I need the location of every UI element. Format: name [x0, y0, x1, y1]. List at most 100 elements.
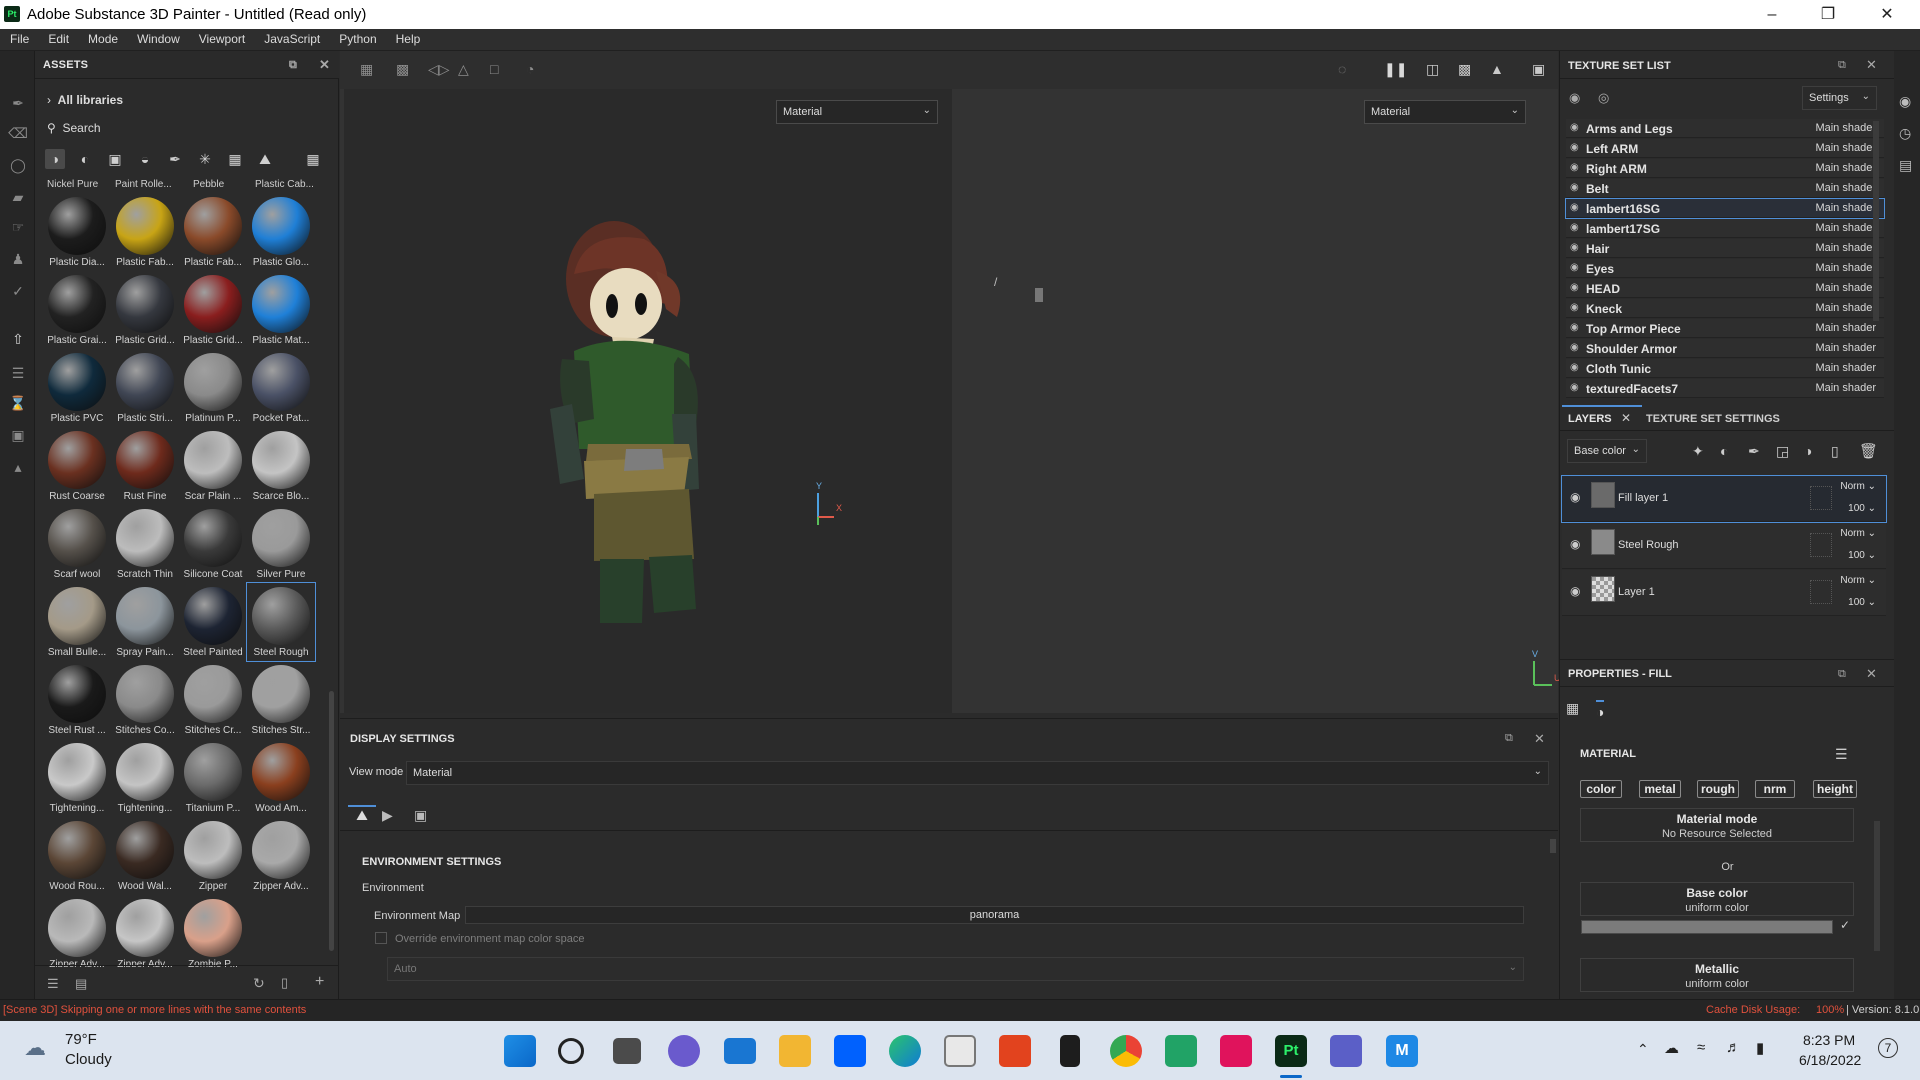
properties-scrollbar[interactable]: [1874, 821, 1880, 951]
asset-tile[interactable]: Pocket Pat...: [247, 349, 315, 427]
texture-set-shader[interactable]: Main shader: [1815, 142, 1876, 154]
battery-icon[interactable]: ▮: [1756, 1039, 1764, 1057]
close-tab-icon[interactable]: ✕: [1621, 411, 1631, 425]
camera-icon[interactable]: ▲: [1490, 61, 1504, 77]
clone-stamp-icon[interactable]: ♟: [8, 249, 28, 269]
float-panel-icon[interactable]: ⧉: [289, 59, 297, 72]
sublime-icon[interactable]: [1060, 1035, 1080, 1067]
menu-mode[interactable]: Mode: [78, 29, 127, 46]
mail-icon[interactable]: [724, 1038, 756, 1064]
color-picker-icon[interactable]: ✓: [8, 281, 28, 301]
asset-tile[interactable]: Plastic Dia...: [43, 193, 111, 271]
asset-tile[interactable]: Tightening...: [43, 739, 111, 817]
eye-icon[interactable]: ◉: [1570, 262, 1579, 273]
view-mode-dropdown[interactable]: Material ⌄: [406, 761, 1549, 785]
asset-tile[interactable]: Rust Fine: [111, 427, 179, 505]
tsl-settings-dropdown[interactable]: Settings ⌄: [1802, 86, 1877, 110]
weather-temp[interactable]: 79°F: [65, 1031, 97, 1048]
texture-set-row[interactable]: ◉ texturedFacets7 Main shader: [1566, 379, 1884, 398]
cube-view-icon[interactable]: ▩: [1458, 61, 1471, 78]
search-icon[interactable]: [558, 1038, 584, 1064]
asset-tile[interactable]: Scratch Thin: [111, 505, 179, 583]
texture-set-shader[interactable]: Main shader: [1815, 262, 1876, 274]
environment-tab-icon[interactable]: ⛰: [348, 805, 376, 829]
maya-icon[interactable]: M: [1386, 1035, 1418, 1067]
eye-icon[interactable]: ◉: [1570, 322, 1579, 333]
asset-tile[interactable]: Plastic Stri...: [111, 349, 179, 427]
asset-tile[interactable]: Steel Rough: [246, 582, 316, 662]
asset-tile[interactable]: Silver Pure: [247, 505, 315, 583]
creative-cloud-icon[interactable]: [1220, 1035, 1252, 1067]
asset-tile[interactable]: Steel Painted: [179, 583, 247, 661]
add-folder-icon[interactable]: ▯: [1831, 443, 1839, 460]
layer-mask-slot[interactable]: [1810, 533, 1832, 557]
eye-icon[interactable]: ◉: [1570, 182, 1579, 193]
texture-set-shader[interactable]: Main shader: [1815, 382, 1876, 394]
environments-filter-icon[interactable]: ⛰: [255, 149, 275, 169]
asset-tile[interactable]: Scarf wool: [43, 505, 111, 583]
frame-icon[interactable]: □: [490, 61, 498, 77]
texture-set-shader[interactable]: Main shader: [1815, 302, 1876, 314]
asset-tile[interactable]: Steel Rust ...: [43, 661, 111, 739]
eye-icon[interactable]: ◉: [1570, 202, 1579, 213]
menu-viewport[interactable]: Viewport: [189, 29, 254, 46]
notification-badge[interactable]: 7: [1878, 1038, 1898, 1058]
float-panel-icon[interactable]: ⧉: [1505, 732, 1513, 745]
weather-condition[interactable]: Cloudy: [65, 1051, 112, 1068]
close-window-button[interactable]: ✕: [1864, 2, 1910, 28]
generators-filter-icon[interactable]: ◒: [135, 149, 155, 169]
filter-list-icon[interactable]: ▤: [75, 976, 87, 992]
layer-mask-slot[interactable]: [1810, 580, 1832, 604]
viewport-2d[interactable]: Material ⌄ / V U: [954, 89, 1561, 713]
asset-tile[interactable]: Wood Am...: [247, 739, 315, 817]
chevron-up-icon[interactable]: ⌃: [1637, 1041, 1649, 1058]
display-scrollbar[interactable]: [1550, 839, 1556, 853]
asset-tile[interactable]: Plastic Grid...: [111, 271, 179, 349]
texture-set-shader[interactable]: Main shader: [1815, 202, 1876, 214]
chrome-icon[interactable]: [1110, 1035, 1142, 1067]
select-tool-icon[interactable]: ▦: [360, 61, 373, 78]
asset-tile[interactable]: Plastic Glo...: [247, 193, 315, 271]
texture-set-row[interactable]: ◉ Kneck Main shader: [1566, 299, 1884, 318]
split-view-icon[interactable]: ◫: [1426, 61, 1439, 78]
camera-tab-icon[interactable]: ▶: [382, 807, 393, 824]
file-explorer-icon[interactable]: [779, 1035, 811, 1067]
eye-icon[interactable]: ◉: [1570, 382, 1579, 393]
asset-tile[interactable]: Scar Plain ...: [179, 427, 247, 505]
texture-set-row[interactable]: ◉ Cloth Tunic Main shader: [1566, 359, 1884, 378]
chat-icon[interactable]: [668, 1035, 700, 1067]
texture-set-row[interactable]: ◉ lambert17SG Main shader: [1566, 219, 1884, 238]
office-icon[interactable]: [999, 1035, 1031, 1067]
asset-tile[interactable]: Platinum P...: [179, 349, 247, 427]
eye-icon[interactable]: ◉: [1570, 142, 1579, 153]
effects-icon[interactable]: ✦: [1692, 443, 1704, 460]
asset-tile[interactable]: Plastic Mat...: [247, 271, 315, 349]
texture-set-shader[interactable]: Main shader: [1815, 362, 1876, 374]
eye-icon[interactable]: ◉: [1570, 362, 1579, 373]
shader-settings-icon[interactable]: ◉: [1899, 93, 1911, 110]
add-paint-layer-icon[interactable]: ✒: [1748, 443, 1760, 460]
dropbox-icon[interactable]: [834, 1035, 866, 1067]
add-icon[interactable]: +: [315, 973, 324, 991]
task-view-icon[interactable]: [613, 1038, 641, 1064]
all-libraries[interactable]: › All libraries: [47, 93, 123, 107]
mirror-x-icon[interactable]: ◁▷: [428, 61, 450, 78]
asset-tile[interactable]: Plastic Grid...: [179, 271, 247, 349]
materials-filter-icon[interactable]: ◑: [45, 149, 65, 169]
restore-button[interactable]: ❐: [1805, 2, 1851, 28]
base-color-swatch[interactable]: [1581, 920, 1833, 934]
override-color-space-checkbox[interactable]: [375, 932, 387, 944]
layer-row[interactable]: ◉ Steel Rough Norm ⌄ 100 ⌄: [1562, 523, 1886, 569]
asset-tile[interactable]: Rust Coarse: [43, 427, 111, 505]
wifi-icon[interactable]: ≈: [1697, 1039, 1705, 1056]
volume-icon[interactable]: ♬: [1726, 1039, 1741, 1056]
eye-icon[interactable]: ◉: [1570, 302, 1579, 313]
asset-tile[interactable]: Tightening...: [111, 739, 179, 817]
texture-set-shader[interactable]: Main shader: [1815, 162, 1876, 174]
history-icon[interactable]: ⌛: [8, 393, 28, 413]
asset-tile[interactable]: Plastic Fab...: [179, 193, 247, 271]
projection-icon[interactable]: ◯: [8, 155, 28, 175]
material-mode-box[interactable]: Material mode No Resource Selected: [1580, 808, 1854, 842]
menu-window[interactable]: Window: [127, 29, 189, 46]
clock-date[interactable]: 6/18/2022: [1799, 1052, 1861, 1068]
